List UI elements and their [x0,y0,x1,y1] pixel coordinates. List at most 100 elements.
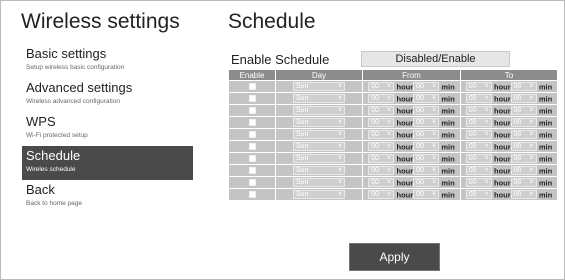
to-hour-select[interactable]: 00 ∨ [465,130,492,140]
schedule-row: Sun ∨ 00 ∨ hour 00 ∨ min 00 ∨ hour 00 ∨ min [228,92,558,105]
to-min-select[interactable]: 00 ∨ [510,94,537,104]
to-min-select[interactable]: 00 ∨ [510,190,537,200]
day-select[interactable]: Sun ∨ [293,94,345,104]
select-value: 00 [416,167,424,175]
from-min-select[interactable]: 00 ∨ [413,130,440,140]
to-min-select[interactable]: 00 ∨ [510,82,537,92]
to-cell: 00 ∨ hour 00 ∨ min [460,164,558,177]
enable-checkbox[interactable] [248,143,256,151]
to-min-select[interactable]: 00 ∨ [510,142,537,152]
from-hour-select[interactable]: 00 ∨ [368,82,395,92]
to-min-select[interactable]: 00 ∨ [510,130,537,140]
select-value: 00 [416,131,424,139]
to-hour-select[interactable]: 00 ∨ [465,106,492,116]
min-unit-label: min [441,106,455,116]
enable-checkbox[interactable] [248,83,256,91]
from-min-select[interactable]: 00 ∨ [413,118,440,128]
day-select[interactable]: Sun ∨ [293,106,345,116]
min-unit-label: min [441,142,455,152]
from-min-select[interactable]: 00 ∨ [413,82,440,92]
to-min-select[interactable]: 00 ∨ [510,178,537,188]
from-hour-select[interactable]: 00 ∨ [368,118,395,128]
day-select[interactable]: Sun ∨ [293,154,345,164]
day-select[interactable]: Sun ∨ [293,178,345,188]
hour-unit-label: hour [493,130,511,140]
select-value: 00 [513,107,522,115]
select-value: 00 [468,191,477,199]
chevron-down-icon: ∨ [484,107,489,114]
from-hour-select[interactable]: 00 ∨ [368,142,395,152]
select-value: 00 [468,143,477,151]
day-select[interactable]: Sun ∨ [293,130,345,140]
to-hour-select[interactable]: 00 ∨ [465,178,492,188]
chevron-down-icon: ∨ [431,83,437,90]
sidebar-item-basic-settings[interactable]: Basic settings Setup wireless basic confi… [22,44,193,78]
to-hour-select[interactable]: 00 ∨ [465,166,492,176]
to-min-select[interactable]: 00 ∨ [510,118,537,128]
day-select[interactable]: Sun ∨ [293,82,345,92]
chevron-down-icon: ∨ [431,107,437,114]
enable-checkbox[interactable] [248,179,256,187]
to-hour-select[interactable]: 00 ∨ [465,82,492,92]
select-value: 00 [468,131,477,139]
from-min-select[interactable]: 00 ∨ [413,178,440,188]
enable-checkbox[interactable] [248,95,256,103]
page-title: Schedule [228,10,316,33]
to-min-select[interactable]: 00 ∨ [510,154,537,164]
to-min-select[interactable]: 00 ∨ [510,106,537,116]
column-header-day: Day [275,69,363,81]
from-hour-select[interactable]: 00 ∨ [368,190,395,200]
from-min-select[interactable]: 00 ∨ [413,166,440,176]
sidebar-item-back[interactable]: Back Back to home page [22,180,193,214]
from-min-select[interactable]: 00 ∨ [413,190,440,200]
hour-unit-label: hour [493,94,511,104]
apply-button[interactable]: Apply [349,243,440,271]
from-hour-select[interactable]: 00 ∨ [368,94,395,104]
chevron-down-icon: ∨ [386,107,392,114]
to-hour-select[interactable]: 00 ∨ [465,118,492,128]
day-cell: Sun ∨ [275,188,363,201]
day-select[interactable]: Sun ∨ [293,142,345,152]
from-min-select[interactable]: 00 ∨ [413,154,440,164]
enable-checkbox[interactable] [248,167,256,175]
enable-schedule-toggle-button[interactable]: Disabled/Enable [361,51,510,67]
to-hour-select[interactable]: 00 ∨ [465,190,492,200]
enable-checkbox[interactable] [248,119,256,127]
day-cell: Sun ∨ [275,140,363,153]
to-cell: 00 ∨ hour 00 ∨ min [460,116,558,129]
schedule-row: Sun ∨ 00 ∨ hour 00 ∨ min 00 ∨ hour 00 ∨ min [228,116,558,129]
sidebar-nav: Basic settings Setup wireless basic confi… [22,44,193,214]
from-min-select[interactable]: 00 ∨ [413,94,440,104]
day-select[interactable]: Sun ∨ [293,118,345,128]
from-min-select[interactable]: 00 ∨ [413,106,440,116]
sidebar-item-advanced-settings[interactable]: Advanced settings Wireless advanced confi… [22,78,193,112]
enable-checkbox[interactable] [248,155,256,163]
hour-unit-label: hour [396,118,414,128]
from-hour-select[interactable]: 00 ∨ [368,154,395,164]
enable-checkbox[interactable] [248,131,256,139]
day-select[interactable]: Sun ∨ [293,166,345,176]
column-header-from: From [362,69,461,81]
sidebar-item-schedule[interactable]: Schedule Wireles schedule [22,146,193,180]
day-cell: Sun ∨ [275,164,363,177]
enable-checkbox[interactable] [248,191,256,199]
enable-checkbox[interactable] [248,107,256,115]
schedule-row: Sun ∨ 00 ∨ hour 00 ∨ min 00 ∨ hour 00 ∨ min [228,140,558,153]
hour-unit-label: hour [493,142,511,152]
from-cell: 00 ∨ hour 00 ∨ min [362,164,461,177]
to-min-select[interactable]: 00 ∨ [510,166,537,176]
to-hour-select[interactable]: 00 ∨ [465,142,492,152]
sidebar-item-wps[interactable]: WPS Wi-Fi protected setup [22,112,193,146]
from-min-select[interactable]: 00 ∨ [413,142,440,152]
from-hour-select[interactable]: 00 ∨ [368,178,395,188]
from-hour-select[interactable]: 00 ∨ [368,166,395,176]
from-hour-select[interactable]: 00 ∨ [368,130,395,140]
to-hour-select[interactable]: 00 ∨ [465,154,492,164]
from-hour-select[interactable]: 00 ∨ [368,106,395,116]
to-hour-select[interactable]: 00 ∨ [465,94,492,104]
select-value: 00 [371,83,380,91]
day-select[interactable]: Sun ∨ [293,190,345,200]
hour-unit-label: hour [396,106,414,116]
select-value: 00 [416,107,424,115]
chevron-down-icon: ∨ [529,131,534,138]
